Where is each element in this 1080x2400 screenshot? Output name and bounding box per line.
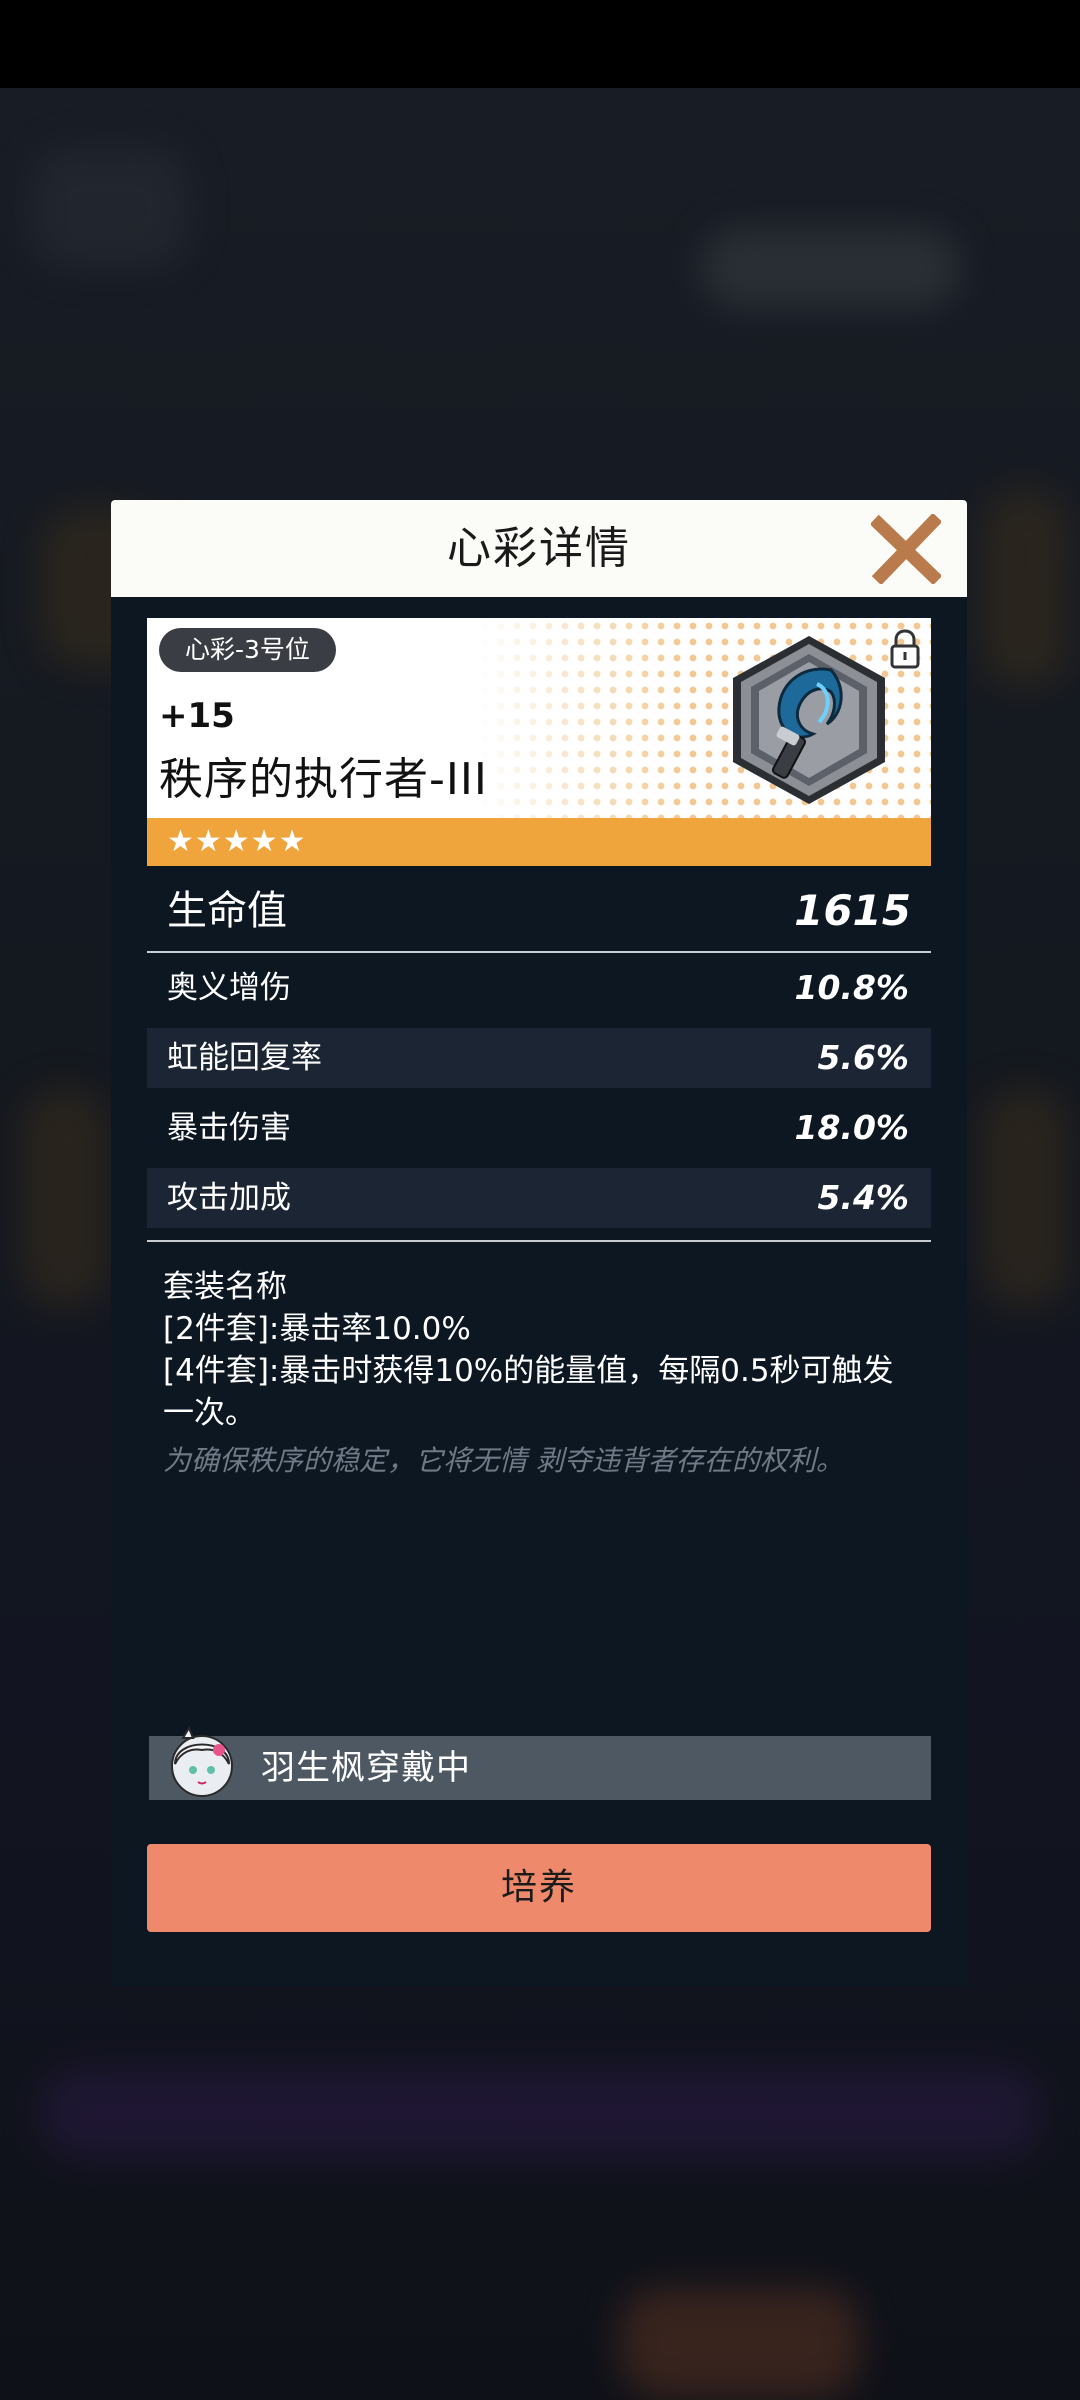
- wearer-label: 羽生枫穿戴中: [261, 1748, 471, 1788]
- set-bonus-4: [4件套]:暴击时获得10%的能量值，每隔0.5秒可触发一次。: [163, 1353, 894, 1431]
- main-stat-row: 生命值 1615: [147, 872, 931, 950]
- sub-stat-value: 5.4%: [817, 1178, 909, 1217]
- slot-tag: 心彩-3号位: [159, 628, 336, 672]
- sub-stat-label: 虹能回复率: [167, 1040, 322, 1076]
- main-stat-label: 生命值: [167, 888, 287, 934]
- sub-stat-row: 攻击加成 5.4%: [147, 1168, 931, 1228]
- lock-icon[interactable]: [887, 628, 923, 670]
- item-name: 秩序的执行者-III: [159, 754, 488, 805]
- flavor-text: 为确保秩序的稳定，它将无情 剥夺违背者存在的权利。: [163, 1444, 844, 1477]
- set-title: 套装名称: [163, 1269, 287, 1305]
- set-description: 套装名称 [2件套]:暴击率10.0% [4件套]:暴击时获得10%的能量值，每…: [163, 1266, 923, 1482]
- stat-divider-bottom: [147, 1240, 931, 1242]
- sub-stat-row: 虹能回复率 5.6%: [147, 1028, 931, 1088]
- modal-header: 心彩详情: [111, 500, 967, 597]
- status-bar: [0, 0, 1080, 88]
- item-card: 心彩-3号位 +15 秩序的执行者-III: [147, 618, 931, 818]
- sub-stat-value: 10.8%: [794, 968, 910, 1007]
- main-stat-value: 1615: [794, 886, 911, 935]
- item-level: +15: [159, 696, 235, 736]
- blue-sickle-hexagon-emblem-icon: [733, 636, 885, 804]
- wearer-bar[interactable]: 羽生枫穿戴中: [149, 1725, 931, 1800]
- sub-stat-label: 攻击加成: [167, 1180, 291, 1216]
- rarity-bar: ★★★★★: [147, 818, 931, 866]
- sub-stat-label: 暴击伤害: [167, 1110, 291, 1146]
- train-button[interactable]: 培养: [147, 1844, 931, 1932]
- close-button[interactable]: [869, 512, 943, 586]
- sub-stat-row: 暴击伤害 18.0%: [147, 1098, 931, 1158]
- sub-stat-label: 奥义增伤: [167, 970, 291, 1006]
- set-bonus-2: [2件套]:暴击率10.0%: [163, 1311, 471, 1347]
- close-icon: [869, 512, 943, 586]
- sub-stat-value: 18.0%: [794, 1108, 910, 1147]
- stat-divider-top: [147, 951, 931, 953]
- sub-stat-row: 奥义增伤 10.8%: [147, 958, 931, 1018]
- modal-title: 心彩详情: [447, 523, 631, 574]
- avatar: [171, 1725, 233, 1797]
- item-detail-modal: 心彩详情 心彩-3号位 +15 秩序的执行者-III ★★★★★ 生命值 161…: [111, 500, 967, 1986]
- sub-stat-value: 5.6%: [817, 1038, 909, 1077]
- rarity-stars: ★★★★★: [167, 824, 307, 859]
